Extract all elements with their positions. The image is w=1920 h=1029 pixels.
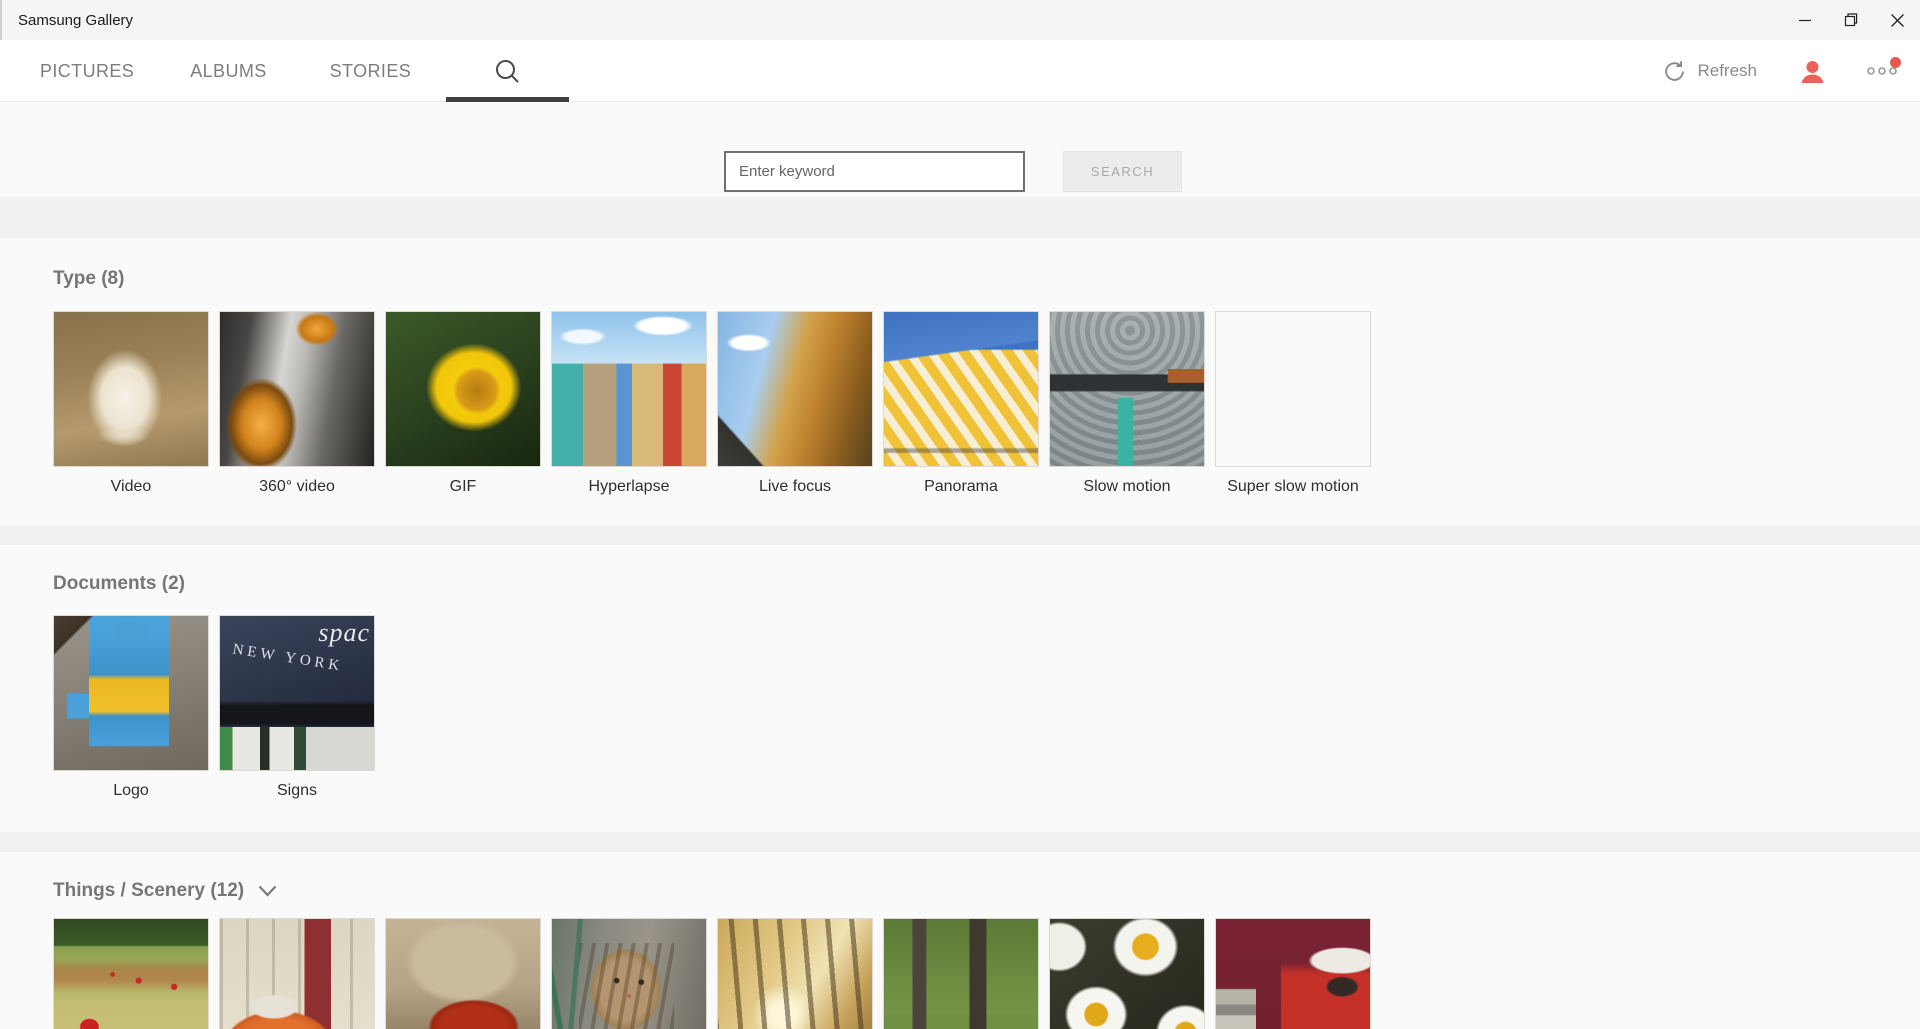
thumbnail-label: Signs: [276, 782, 318, 799]
tab-search[interactable]: [446, 40, 570, 102]
media-item-super-slow-motion[interactable]: Super slow motion: [1215, 311, 1371, 496]
samsung-gallery-window: Samsung Gallery PICTURES ALBUMS STORIES …: [0, 0, 1920, 1029]
section-things-scenery: Things / Scenery (12): [0, 852, 1920, 1029]
refresh-button[interactable]: Refresh: [1662, 59, 1757, 84]
thumbnail-row: Logo spac NEW YORK Signs: [53, 615, 1920, 800]
video-360-thumbnail[interactable]: [219, 311, 375, 467]
separator-band: [0, 526, 1920, 545]
section-type-title: Type (8): [53, 268, 125, 289]
thumbnail-label: Hyperlapse: [588, 478, 670, 495]
media-item-signs[interactable]: spac NEW YORK Signs: [219, 615, 375, 800]
thumbnail-label: Video: [110, 478, 152, 495]
people-button[interactable]: [1799, 58, 1826, 85]
media-item-kitten[interactable]: [551, 918, 707, 1029]
media-item-poppy-field[interactable]: [53, 918, 209, 1029]
separator-band: [0, 832, 1920, 852]
media-item-slow-motion[interactable]: Slow motion: [1049, 311, 1205, 496]
refresh-icon: [1665, 60, 1685, 81]
chevron-down-icon: [258, 885, 277, 897]
minimize-button[interactable]: [1782, 0, 1828, 40]
thumbnail-row: [53, 918, 1920, 1029]
media-item-wheat[interactable]: [717, 918, 873, 1029]
sign-photo-text: spac: [318, 618, 370, 647]
thumbnail-label: Logo: [113, 782, 149, 799]
media-item-live-focus[interactable]: Live focus: [717, 311, 873, 496]
red-van-thumbnail[interactable]: [1215, 918, 1371, 1029]
nav-bar: PICTURES ALBUMS STORIES Refresh: [0, 40, 1920, 102]
media-item-video[interactable]: Video: [53, 311, 209, 496]
section-things-title: Things / Scenery (12): [53, 880, 245, 901]
media-item-panorama[interactable]: Panorama: [883, 311, 1039, 496]
panorama-thumbnail[interactable]: [883, 311, 1039, 467]
nav-actions: Refresh: [1662, 40, 1901, 102]
restore-icon: [1844, 13, 1858, 27]
thumbnail-label: Slow motion: [1083, 478, 1171, 495]
more-options-button[interactable]: [1867, 57, 1901, 77]
super-slow-motion-thumbnail[interactable]: [1215, 311, 1371, 467]
slow-motion-thumbnail[interactable]: [1049, 311, 1205, 467]
refresh-label: Refresh: [1697, 61, 1757, 80]
section-documents-title: Documents (2): [53, 573, 185, 594]
collapse-section-button[interactable]: [256, 883, 279, 899]
tab-pictures[interactable]: PICTURES: [40, 61, 134, 82]
section-type-header: Type (8): [53, 268, 1920, 290]
thumbnail-label: Super slow motion: [1227, 478, 1359, 495]
logo-thumbnail[interactable]: [53, 615, 209, 771]
gif-thumbnail[interactable]: [385, 311, 541, 467]
media-item-park[interactable]: [883, 918, 1039, 1029]
kitten-thumbnail[interactable]: [551, 918, 707, 1029]
section-documents: Documents (2) Logo spac NEW YORK Signs: [0, 545, 1920, 832]
thumbnail-label: Live focus: [758, 478, 832, 495]
media-item-logo[interactable]: Logo: [53, 615, 209, 800]
notification-badge: [1890, 57, 1901, 68]
keyword-input[interactable]: [724, 151, 1025, 192]
section-things-header: Things / Scenery (12): [53, 880, 1920, 902]
classic-car-thumbnail[interactable]: [219, 918, 375, 1029]
media-item-daisies[interactable]: [1049, 918, 1205, 1029]
media-item-classic-car[interactable]: [219, 918, 375, 1029]
tab-albums[interactable]: ALBUMS: [190, 61, 266, 82]
search-icon: [496, 59, 519, 83]
separator-band: [0, 197, 1920, 238]
thumbnail-label: Panorama: [924, 478, 998, 495]
people-icon: [1801, 60, 1824, 83]
search-submit-button[interactable]: SEARCH: [1063, 151, 1182, 192]
hyperlapse-thumbnail[interactable]: [551, 311, 707, 467]
restore-button[interactable]: [1828, 0, 1874, 40]
media-item-red-van[interactable]: [1215, 918, 1371, 1029]
window-title: Samsung Gallery: [18, 11, 134, 29]
media-item-video-360[interactable]: 360° video: [219, 311, 375, 496]
section-documents-header: Documents (2): [53, 573, 1920, 595]
video-thumbnail[interactable]: [53, 311, 209, 467]
title-bar: Samsung Gallery: [0, 0, 1920, 40]
thumbnail-label: 360° video: [259, 478, 335, 495]
live-focus-thumbnail[interactable]: [717, 311, 873, 467]
search-section: SEARCH: [0, 102, 1920, 197]
thumbnail-row: Video 360° video GIF Hyperlapse Live focus Pa…: [53, 311, 1920, 496]
red-leaf-thumbnail[interactable]: [385, 918, 541, 1029]
media-item-gif[interactable]: GIF: [385, 311, 541, 496]
media-item-hyperlapse[interactable]: Hyperlapse: [551, 311, 707, 496]
wheat-thumbnail[interactable]: [717, 918, 873, 1029]
section-type: Type (8) Video 360° video GIF Hyperlapse Liv…: [0, 238, 1920, 526]
close-button[interactable]: [1874, 0, 1920, 40]
minimize-icon: [1799, 19, 1811, 22]
close-icon: [1890, 13, 1904, 27]
window-controls: [1782, 0, 1920, 40]
tab-stories[interactable]: STORIES: [330, 61, 412, 82]
thumbnail-label: GIF: [449, 478, 477, 495]
poppy-field-thumbnail[interactable]: [53, 918, 209, 1029]
park-thumbnail[interactable]: [883, 918, 1039, 1029]
signs-thumbnail[interactable]: spac NEW YORK: [219, 615, 375, 771]
daisies-thumbnail[interactable]: [1049, 918, 1205, 1029]
nav-tabs: PICTURES ALBUMS STORIES: [40, 40, 570, 102]
media-item-red-leaf[interactable]: [385, 918, 541, 1029]
